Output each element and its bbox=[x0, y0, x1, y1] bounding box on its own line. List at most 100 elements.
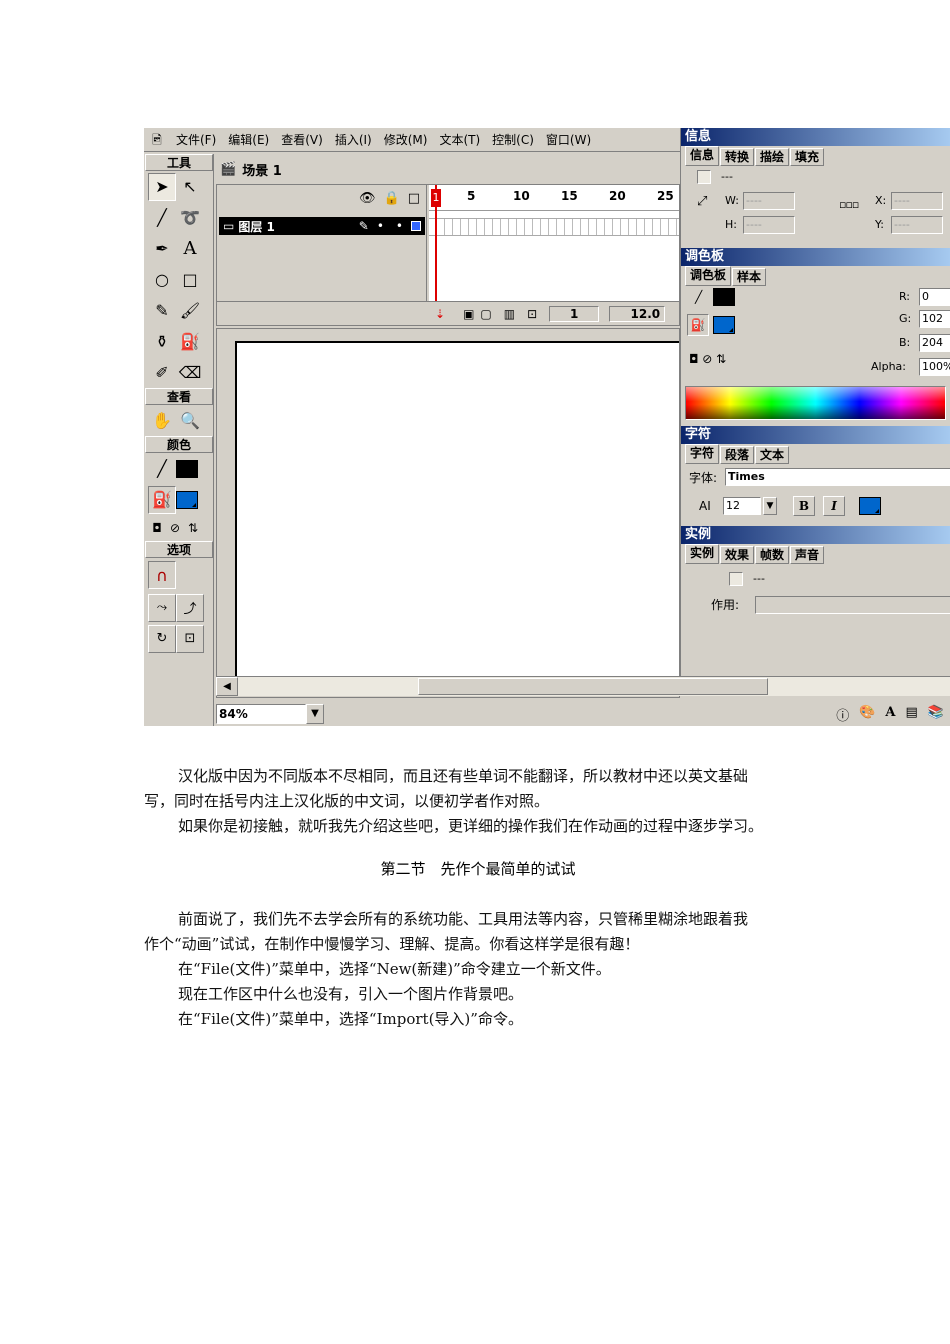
tab-text-options[interactable]: 文本 bbox=[755, 446, 790, 464]
color-launcher-icon[interactable]: 🎨 bbox=[859, 705, 875, 724]
character-launcher-icon[interactable]: A bbox=[885, 705, 895, 724]
brush-tool-icon[interactable]: 🖌 bbox=[176, 297, 204, 325]
zoom-field[interactable]: 84% bbox=[216, 704, 306, 724]
b-field[interactable]: 204 bbox=[919, 334, 950, 352]
subselect-tool-icon[interactable]: ↖ bbox=[176, 173, 204, 201]
library-launcher-icon[interactable]: 📚 bbox=[928, 705, 944, 724]
lock-icon[interactable]: 🔒 bbox=[384, 191, 400, 206]
tab-fill[interactable]: 填充 bbox=[790, 148, 825, 166]
g-field[interactable]: 102 bbox=[919, 310, 950, 328]
tab-stroke[interactable]: 描绘 bbox=[755, 148, 790, 166]
color-spectrum[interactable] bbox=[685, 386, 946, 420]
instance-launcher-icon[interactable]: ▤ bbox=[906, 705, 918, 724]
menu-window[interactable]: 窗口(W) bbox=[540, 129, 597, 151]
stroke-color-swatch[interactable] bbox=[176, 459, 198, 478]
oval-tool-icon[interactable]: ○ bbox=[148, 266, 176, 294]
scroll-thumb[interactable] bbox=[418, 678, 768, 695]
eye-icon[interactable]: 👁 bbox=[359, 191, 376, 206]
lasso-tool-icon[interactable]: ➰ bbox=[176, 204, 204, 232]
layer-icon: ▭ bbox=[223, 219, 235, 233]
layer-row[interactable]: ▭ 图层 1 ✎ • • bbox=[219, 217, 425, 235]
menu-modify[interactable]: 修改(M) bbox=[378, 129, 434, 151]
dropper-tool-icon[interactable]: ✐ bbox=[148, 359, 176, 387]
zoom-tool-icon[interactable]: 🔍 bbox=[176, 407, 204, 435]
tab-transform[interactable]: 转换 bbox=[720, 148, 755, 166]
default-colors-icon[interactable]: ◘ bbox=[148, 514, 166, 542]
lock-dot-icon[interactable]: • bbox=[396, 219, 403, 233]
pen-tool-icon[interactable]: ✒ bbox=[148, 235, 176, 263]
color-panel-title: 调色板 bbox=[681, 248, 950, 266]
italic-button[interactable]: I bbox=[823, 496, 845, 516]
arrow-tool-icon[interactable]: ➤ bbox=[148, 172, 176, 201]
fill-color-swatch[interactable] bbox=[176, 490, 198, 509]
menu-insert[interactable]: 插入(I) bbox=[329, 129, 378, 151]
text-color-swatch[interactable] bbox=[859, 497, 881, 515]
menu-text[interactable]: 文本(T) bbox=[433, 129, 486, 151]
layer-color-icon[interactable] bbox=[411, 221, 421, 231]
r-field[interactable]: 0 bbox=[919, 288, 950, 306]
edit-multiple-icon[interactable]: ▥ bbox=[504, 307, 515, 321]
hand-tool-icon[interactable]: ✋ bbox=[148, 407, 176, 435]
flash-app-icon[interactable]: 🖻 bbox=[148, 131, 166, 149]
options-header: 选项 bbox=[145, 541, 213, 558]
horizontal-scrollbar[interactable]: ◀ bbox=[216, 676, 950, 696]
w-field[interactable]: ---- bbox=[743, 192, 795, 210]
line-tool-icon[interactable]: ╱ bbox=[148, 204, 176, 232]
tab-mixer[interactable]: 调色板 bbox=[685, 266, 732, 286]
menu-control[interactable]: 控制(C) bbox=[486, 129, 540, 151]
stage[interactable] bbox=[235, 341, 679, 679]
mixer-default-icon[interactable]: ◘ ⊘ ⇅ bbox=[689, 352, 726, 366]
mixer-stroke-swatch[interactable] bbox=[713, 288, 735, 306]
menu-file[interactable]: 文件(F) bbox=[170, 129, 222, 151]
snap-magnet-icon[interactable]: ∩ bbox=[148, 561, 176, 589]
x-field[interactable]: ---- bbox=[891, 192, 943, 210]
playhead-handle[interactable]: 1 bbox=[431, 189, 441, 207]
h-field[interactable]: ---- bbox=[743, 216, 795, 234]
font-field[interactable]: Times bbox=[725, 468, 950, 486]
bold-button[interactable]: B bbox=[793, 496, 815, 516]
rectangle-tool-icon[interactable]: □ bbox=[176, 266, 204, 294]
size-field[interactable]: 12 bbox=[723, 497, 761, 515]
tab-paragraph[interactable]: 段落 bbox=[720, 446, 755, 464]
eraser-tool-icon[interactable]: ⌫ bbox=[176, 359, 204, 387]
frame-ruler[interactable]: 5 10 15 20 25 bbox=[429, 185, 679, 211]
rotate-icon[interactable]: ↻ bbox=[148, 624, 176, 653]
tab-swatches[interactable]: 样本 bbox=[732, 268, 767, 286]
paint-bucket-tool-icon[interactable]: ⛽ bbox=[176, 328, 204, 356]
onion-skin-icon[interactable]: ▣ bbox=[463, 307, 474, 321]
scale-icon[interactable]: ⊡ bbox=[176, 624, 204, 653]
size-dropdown-icon[interactable]: ▼ bbox=[763, 497, 777, 515]
info-launcher-icon[interactable]: ⓘ bbox=[836, 705, 849, 724]
menu-edit[interactable]: 编辑(E) bbox=[222, 129, 275, 151]
registration-grid-icon[interactable]: ▫▫▫ bbox=[839, 198, 859, 211]
tab-effect[interactable]: 效果 bbox=[720, 546, 755, 564]
no-color-icon[interactable]: ⊘ bbox=[166, 514, 184, 542]
tab-frame[interactable]: 帧数 bbox=[755, 546, 790, 564]
tab-instance[interactable]: 实例 bbox=[685, 544, 720, 564]
frame-num: 25 bbox=[657, 189, 674, 203]
zoom-dropdown-icon[interactable]: ▼ bbox=[306, 704, 324, 724]
frame-cells[interactable] bbox=[429, 218, 679, 236]
scene-label[interactable]: 场景 1 bbox=[242, 160, 282, 179]
outline-icon[interactable]: □ bbox=[408, 191, 420, 206]
alpha-field[interactable]: 100% bbox=[919, 358, 950, 376]
action-field[interactable] bbox=[755, 596, 950, 614]
menu-view[interactable]: 查看(V) bbox=[275, 129, 329, 151]
swap-colors-icon[interactable]: ⇅ bbox=[184, 514, 202, 542]
tab-character[interactable]: 字符 bbox=[685, 444, 720, 464]
scroll-left-icon[interactable]: ◀ bbox=[216, 677, 238, 696]
tab-info[interactable]: 信息 bbox=[685, 146, 720, 166]
tab-sound[interactable]: 声音 bbox=[790, 546, 825, 564]
onion-outline-icon[interactable]: ▢ bbox=[480, 307, 491, 321]
visible-dot-icon[interactable]: • bbox=[377, 219, 384, 233]
y-field[interactable]: ---- bbox=[891, 216, 943, 234]
straighten-icon[interactable]: ⤴ bbox=[176, 593, 204, 622]
smooth-icon[interactable]: ⤳ bbox=[148, 593, 176, 622]
pencil-tool-icon[interactable]: ✎ bbox=[148, 297, 176, 325]
mixer-fill-swatch[interactable] bbox=[713, 316, 735, 334]
onion-markers-icon[interactable]: ⊡ bbox=[527, 307, 537, 321]
ink-bottle-tool-icon[interactable]: ⚱ bbox=[148, 328, 176, 356]
center-frame-icon[interactable]: ⇣ bbox=[435, 307, 445, 321]
text-tool-icon[interactable]: A bbox=[176, 235, 204, 263]
view-header: 查看 bbox=[145, 388, 213, 405]
